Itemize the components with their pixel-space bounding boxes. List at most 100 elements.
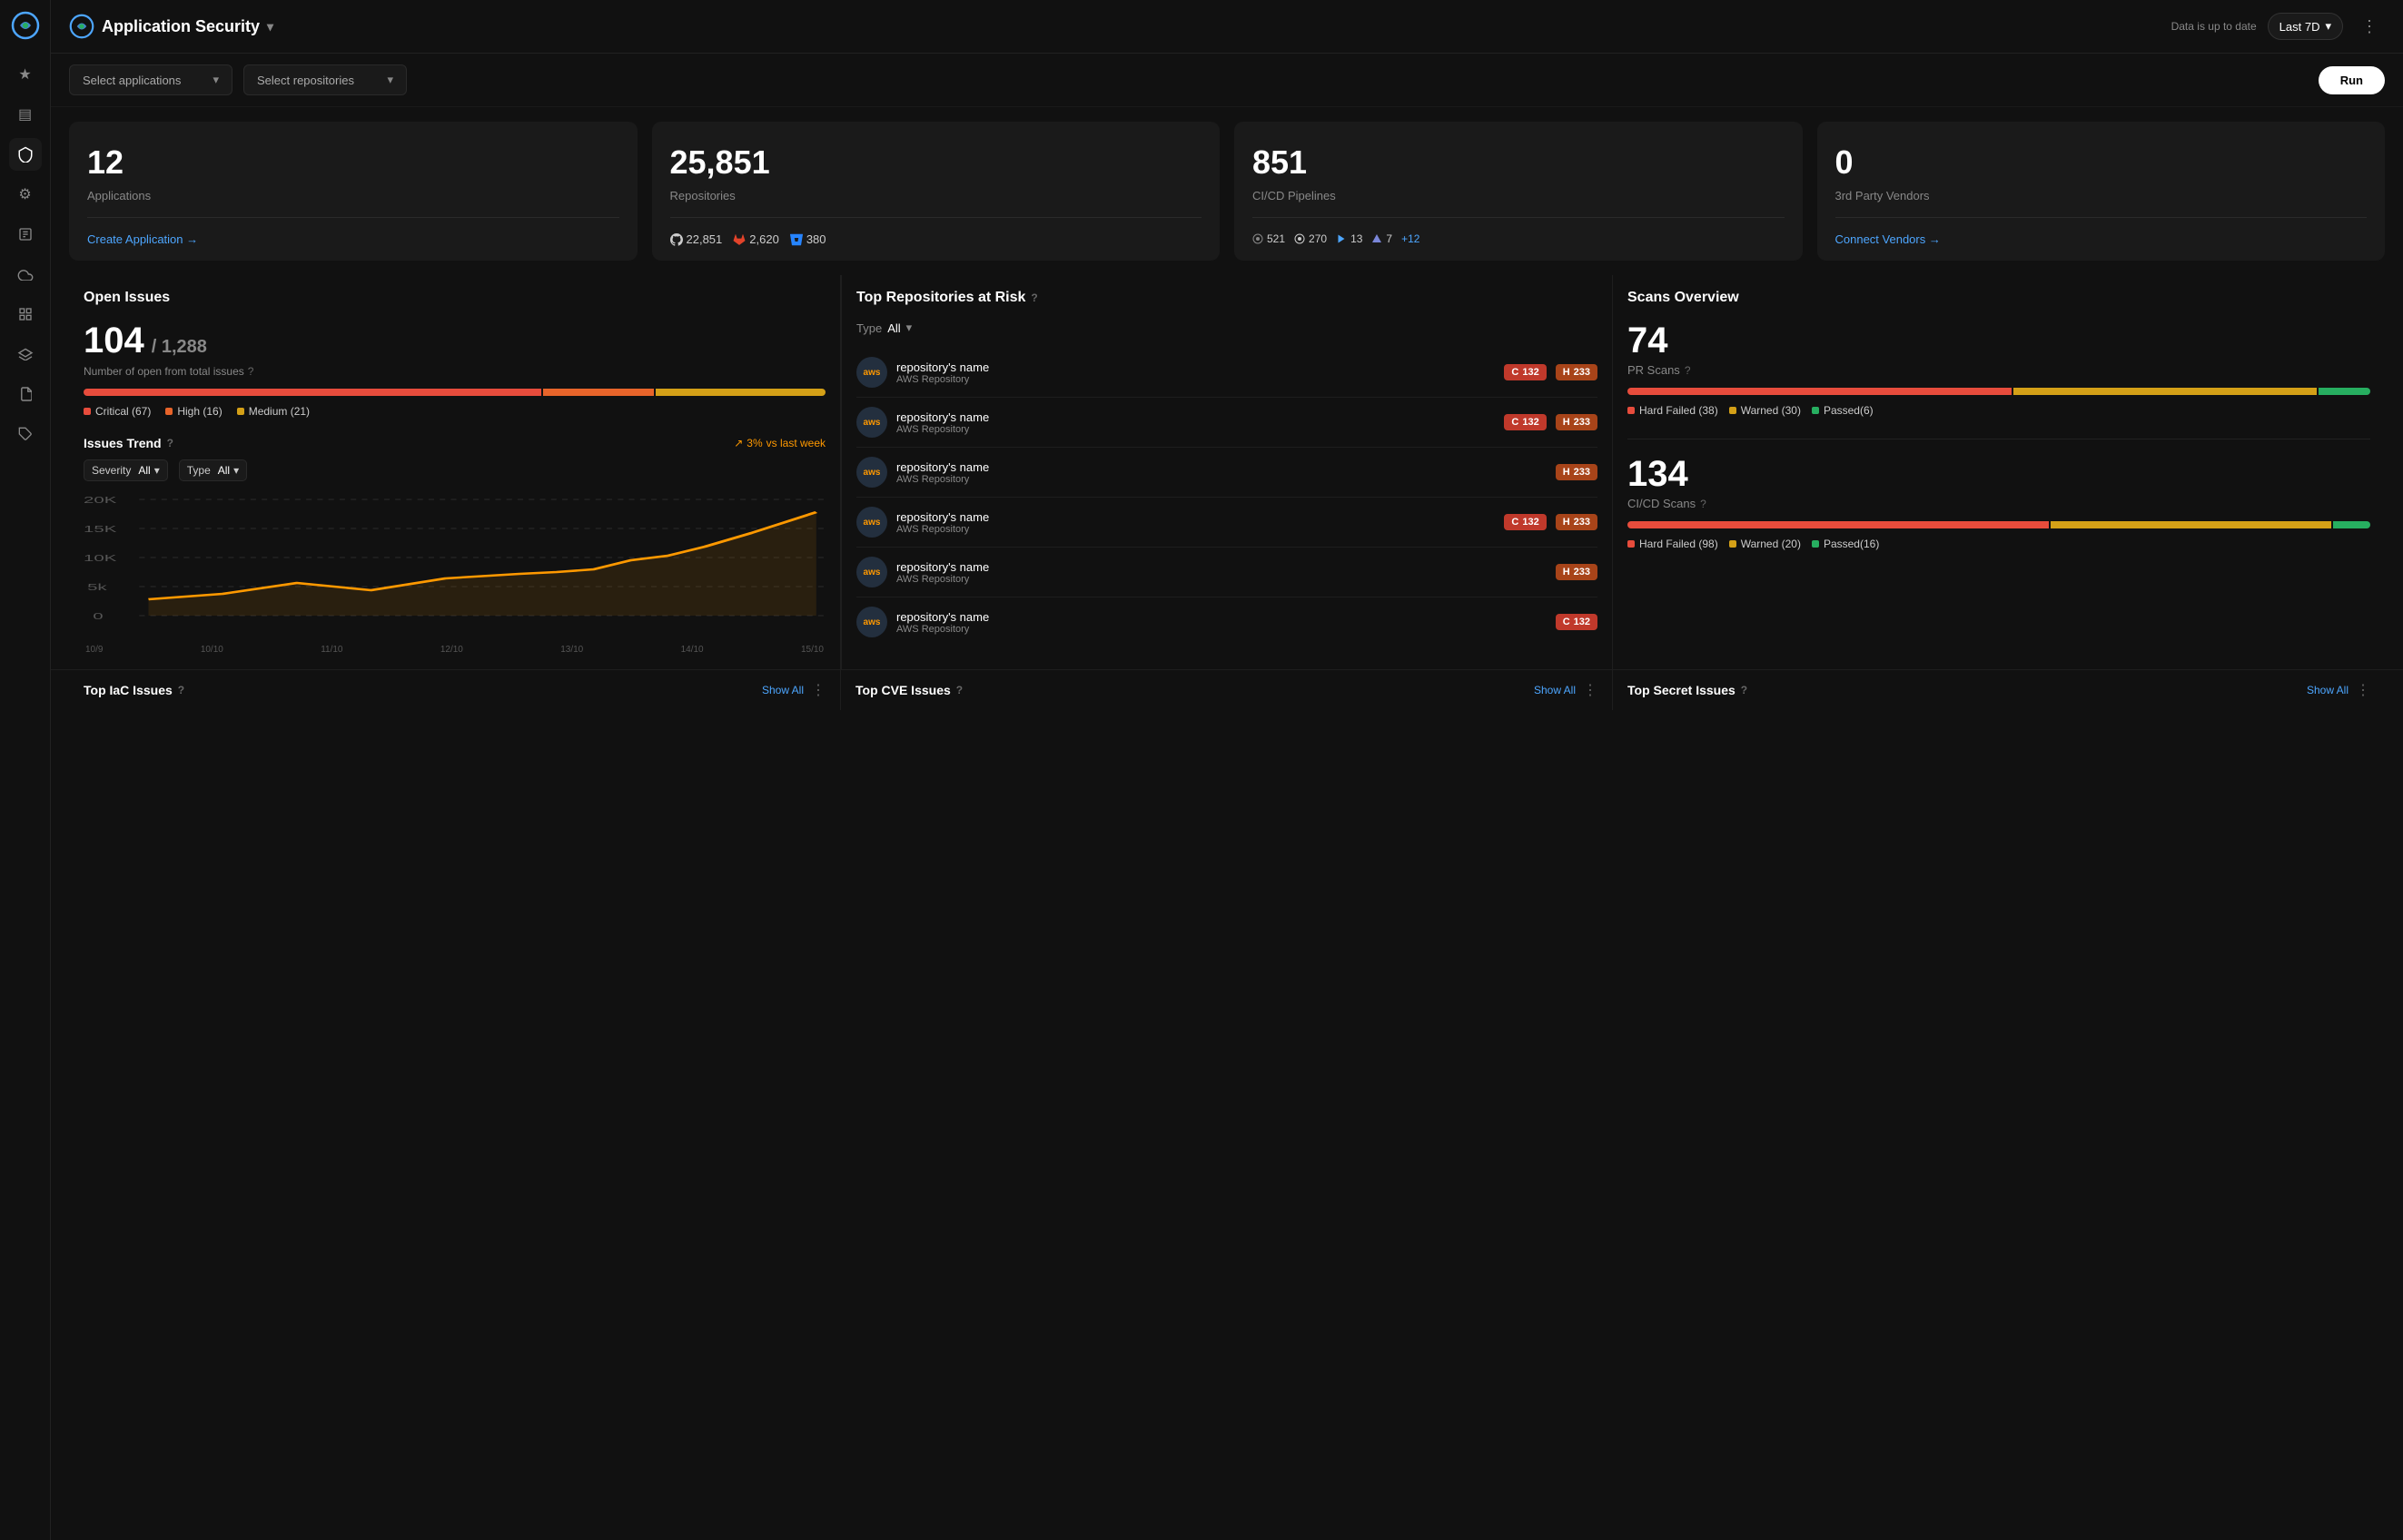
repo-type-4: AWS Repository: [896, 574, 1547, 585]
bottom-secret-header: Top Secret Issues ? Show All ⋮: [1613, 670, 2385, 710]
issue-count-total: / 1,288: [152, 337, 207, 358]
app-logo[interactable]: [11, 11, 40, 40]
gitlab-count-text: 2,620: [749, 232, 779, 246]
app-title-text: Application Security: [102, 17, 260, 36]
bottom-secret-actions: Show All ⋮: [2307, 681, 2370, 699]
critical-label: Critical (67): [95, 405, 151, 418]
github-actions-icon: [1336, 233, 1347, 244]
applications-chevron: ▾: [213, 73, 219, 87]
scans-title: Scans Overview: [1627, 290, 2370, 306]
secret-help-icon[interactable]: ?: [1741, 684, 1747, 696]
type-filter-trend[interactable]: Type All ▾: [179, 459, 247, 481]
jenkins-count: 521: [1252, 232, 1285, 245]
iac-show-all[interactable]: Show All: [762, 684, 804, 696]
pr-scans-progress: [1627, 388, 2370, 395]
bitbucket-count: 380: [790, 232, 826, 246]
high-segment: [543, 389, 654, 396]
bottom-iac-actions: Show All ⋮: [762, 681, 826, 699]
gitlab-icon: [733, 233, 746, 246]
open-issues-help-icon[interactable]: ?: [248, 365, 254, 378]
github-count: 22,851: [670, 232, 723, 246]
gitlab-count: 2,620: [733, 232, 779, 246]
aws-icon-2: aws: [856, 457, 887, 488]
cicd-passed-dot: [1812, 540, 1819, 548]
x-label-3: 12/10: [440, 645, 463, 655]
header-more-button[interactable]: ⋮: [2354, 14, 2385, 40]
cve-show-all[interactable]: Show All: [1534, 684, 1576, 696]
create-application-link[interactable]: Create Application →: [87, 232, 619, 246]
repositories-label: Repositories: [670, 189, 1202, 202]
sidebar-item-tag[interactable]: [9, 418, 42, 450]
run-button[interactable]: Run: [2319, 66, 2385, 94]
secret-show-all[interactable]: Show All: [2307, 684, 2349, 696]
cve-help-icon[interactable]: ?: [956, 684, 963, 696]
pr-scans-number: 74: [1627, 321, 2370, 361]
bottom-iac-title: Top IaC Issues ?: [84, 683, 184, 697]
sidebar: ★ ▤ ⚙: [0, 0, 51, 1540]
cve-more-button[interactable]: ⋮: [1583, 681, 1597, 699]
jenkins-icon: [1252, 233, 1263, 244]
badge-h-4: H 233: [1556, 564, 1597, 580]
svg-text:0: 0: [93, 611, 103, 621]
repo-type-chevron[interactable]: ▾: [906, 321, 913, 335]
sidebar-item-grid[interactable]: [9, 298, 42, 331]
aws-icon-0: aws: [856, 357, 887, 388]
sidebar-item-star[interactable]: ★: [9, 58, 42, 91]
repositories-filter[interactable]: Select repositories ▾: [243, 64, 407, 95]
top-header: Application Security ▾ Data is up to dat…: [51, 0, 2403, 54]
x-label-4: 13/10: [560, 645, 583, 655]
vendors-card: 0 3rd Party Vendors Connect Vendors →: [1817, 122, 2386, 261]
azure-count-text: 7: [1386, 232, 1392, 245]
trend-header: Issues Trend ? ↗ 3% vs last week: [84, 436, 826, 450]
cicd-scans-number: 134: [1627, 454, 2370, 495]
sidebar-item-reports[interactable]: [9, 218, 42, 251]
top-repos-help-icon[interactable]: ?: [1031, 291, 1037, 304]
azure-icon: [1371, 233, 1382, 244]
secret-more-button[interactable]: ⋮: [2356, 681, 2370, 699]
vendors-label: 3rd Party Vendors: [1835, 189, 2368, 202]
repo-info-3: repository's name AWS Repository: [896, 510, 1495, 535]
trend-chart-svg: 20K 15K 10K 5k 0: [84, 492, 826, 637]
iac-more-button[interactable]: ⋮: [811, 681, 826, 699]
x-label-0: 10/9: [85, 645, 103, 655]
app-title-container: Application Security ▾: [69, 14, 273, 39]
title-chevron[interactable]: ▾: [267, 19, 273, 35]
badge-h-1: H 233: [1556, 414, 1597, 430]
sidebar-item-shield[interactable]: [9, 138, 42, 171]
repo-type-5: AWS Repository: [896, 624, 1547, 635]
trend-chart-area: 20K 15K 10K 5k 0: [84, 492, 826, 637]
x-label-1: 10/10: [201, 645, 223, 655]
repo-row-0: aws repository's name AWS Repository C 1…: [856, 348, 1597, 398]
applications-placeholder: Select applications: [83, 74, 181, 87]
sidebar-item-layers[interactable]: [9, 338, 42, 370]
repositories-chevron: ▾: [387, 73, 393, 87]
cicd-scans-help-icon[interactable]: ?: [1700, 498, 1706, 510]
issue-count-display: 104 / 1,288: [84, 321, 826, 361]
critical-segment: [84, 389, 541, 396]
trend-help-icon[interactable]: ?: [167, 437, 173, 449]
cicd-label: CI/CD Pipelines: [1252, 189, 1785, 202]
medium-label: Medium (21): [249, 405, 310, 418]
severity-filter[interactable]: Severity All ▾: [84, 459, 168, 481]
aws-icon-5: aws: [856, 607, 887, 637]
sidebar-item-file[interactable]: [9, 378, 42, 410]
cicd-failed-label: Hard Failed (98): [1639, 538, 1718, 550]
issue-subtext: Number of open from total issues ?: [84, 365, 826, 378]
time-range-button[interactable]: Last 7D ▾: [2268, 13, 2343, 40]
bottom-sections: Top IaC Issues ? Show All ⋮ Top CVE Issu…: [51, 669, 2403, 717]
pr-scans-help-icon[interactable]: ?: [1685, 364, 1691, 377]
pr-failed-legend: Hard Failed (38): [1627, 404, 1718, 417]
badge-h-2: H 233: [1556, 464, 1597, 480]
svg-text:15K: 15K: [84, 524, 117, 534]
iac-help-icon[interactable]: ?: [178, 684, 184, 696]
repo-row-2: aws repository's name AWS Repository H 2…: [856, 448, 1597, 498]
repo-type-value[interactable]: All: [887, 321, 900, 335]
cicd-icons-row: 521 270 13: [1252, 232, 1785, 245]
sidebar-item-gear[interactable]: ⚙: [9, 178, 42, 211]
repo-info-5: repository's name AWS Repository: [896, 610, 1547, 635]
applications-filter[interactable]: Select applications ▾: [69, 64, 232, 95]
sidebar-item-cloud[interactable]: [9, 258, 42, 291]
sidebar-item-list[interactable]: ▤: [9, 98, 42, 131]
repo-type-3: AWS Repository: [896, 524, 1495, 535]
connect-vendors-link[interactable]: Connect Vendors →: [1835, 232, 2368, 246]
